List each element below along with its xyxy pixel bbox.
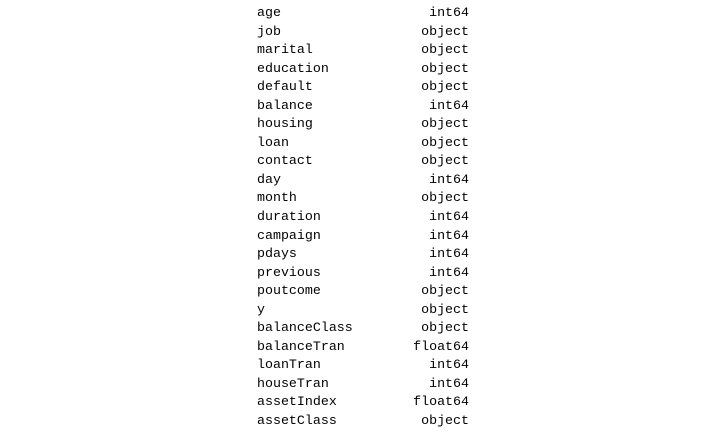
column-dtype: object xyxy=(421,153,469,169)
dtype-row: y object xyxy=(257,301,469,320)
dtype-row: loanTran int64 xyxy=(257,356,469,375)
dtype-row: balance int64 xyxy=(257,97,469,116)
dtype-row: contact object xyxy=(257,152,469,171)
column-dtype: float64 xyxy=(413,394,469,410)
dtype-row: assetClass object xyxy=(257,412,469,431)
dtype-row: marital object xyxy=(257,41,469,60)
column-name: poutcome xyxy=(257,283,321,299)
column-name: campaign xyxy=(257,227,321,243)
dtype-row: month object xyxy=(257,189,469,208)
column-dtype: object xyxy=(421,301,469,317)
dtype-row: assetIndex float64 xyxy=(257,393,469,412)
column-name: housing xyxy=(257,116,313,132)
column-name: contact xyxy=(257,153,313,169)
dtype-row: education object xyxy=(257,60,469,79)
column-dtype: object xyxy=(421,413,469,429)
column-name: month xyxy=(257,190,297,206)
column-dtype: int64 xyxy=(429,375,469,391)
column-dtype: int64 xyxy=(429,227,469,243)
dtype-row: campaign int64 xyxy=(257,227,469,246)
column-dtype: int64 xyxy=(429,5,469,20)
column-dtype: int64 xyxy=(429,171,469,187)
dtype-row: pdays int64 xyxy=(257,245,469,264)
column-dtype: object xyxy=(421,79,469,95)
column-dtype: float64 xyxy=(413,338,469,354)
column-dtype: object xyxy=(421,134,469,150)
column-name: education xyxy=(257,60,329,76)
column-dtype: int64 xyxy=(429,357,469,373)
dtype-row: houseTran int64 xyxy=(257,375,469,394)
column-dtype: object xyxy=(421,42,469,58)
dtype-row: previous int64 xyxy=(257,264,469,283)
dtype-row: age int64 xyxy=(257,4,469,23)
column-name: loan xyxy=(257,134,289,150)
dtype-row: day int64 xyxy=(257,171,469,190)
dtype-row: duration int64 xyxy=(257,208,469,227)
column-dtype: object xyxy=(421,320,469,336)
column-name: balance xyxy=(257,97,313,113)
dtype-row: job object xyxy=(257,23,469,42)
column-dtype: object xyxy=(421,283,469,299)
column-name: pdays xyxy=(257,246,297,262)
column-name: marital xyxy=(257,42,313,58)
dtype-row: balanceTran float64 xyxy=(257,338,469,357)
dtype-row: balanceClass object xyxy=(257,319,469,338)
column-name: job xyxy=(257,23,281,39)
column-name: assetClass xyxy=(257,413,337,429)
column-dtype: object xyxy=(421,116,469,132)
dtype-row: poutcome object xyxy=(257,282,469,301)
column-name: y xyxy=(257,301,265,317)
column-dtype: object xyxy=(421,23,469,39)
column-dtype: int64 xyxy=(429,97,469,113)
column-dtype: object xyxy=(421,60,469,76)
column-name: previous xyxy=(257,264,321,280)
column-name: houseTran xyxy=(257,375,329,391)
column-dtype: int64 xyxy=(429,209,469,225)
dtype-row: default object xyxy=(257,78,469,97)
dtype-output: age int64 job object marital object educati… xyxy=(257,4,469,431)
column-name: loanTran xyxy=(257,357,321,373)
dtype-row: loan object xyxy=(257,134,469,153)
column-name: default xyxy=(257,79,313,95)
column-name: duration xyxy=(257,209,321,225)
column-name: age xyxy=(257,5,281,20)
column-dtype: object xyxy=(421,190,469,206)
column-dtype: int64 xyxy=(429,264,469,280)
column-dtype: int64 xyxy=(429,246,469,262)
column-name: assetIndex xyxy=(257,394,337,410)
column-name: day xyxy=(257,171,281,187)
dtype-row: housing object xyxy=(257,115,469,134)
column-name: balanceTran xyxy=(257,338,345,354)
column-name: balanceClass xyxy=(257,320,353,336)
